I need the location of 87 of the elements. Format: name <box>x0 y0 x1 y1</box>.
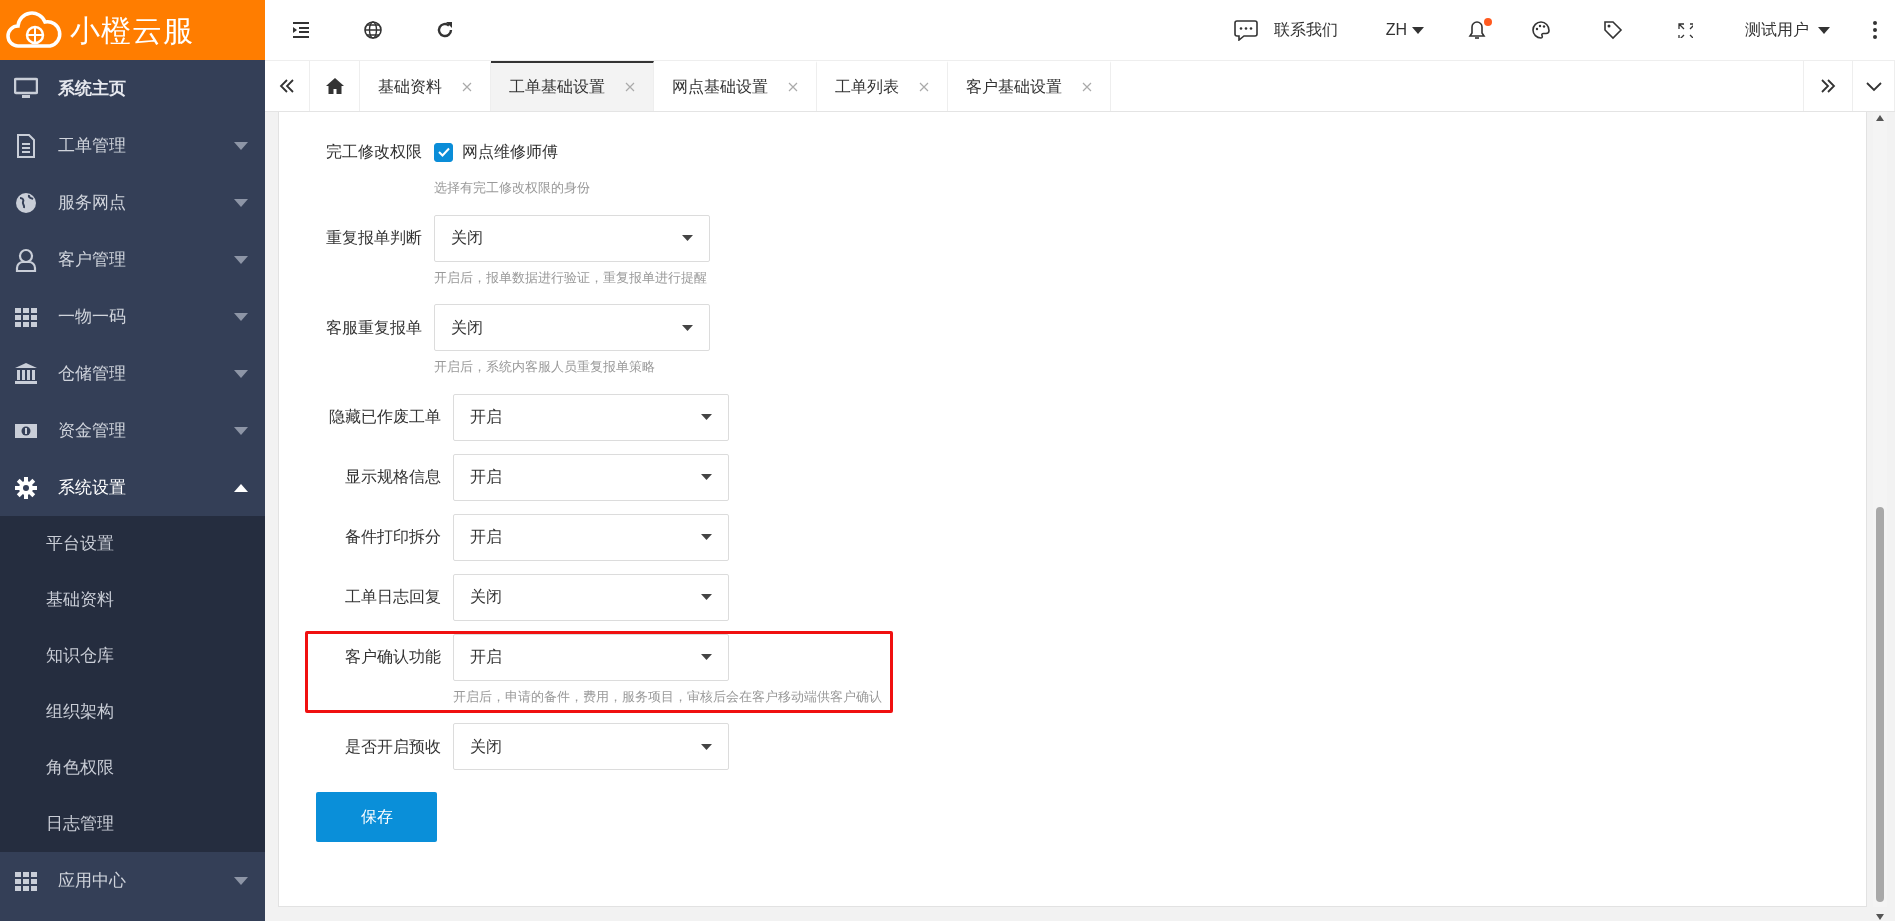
select-field[interactable]: 开启 <box>453 393 729 441</box>
field-label: 完工修改权限 <box>325 142 423 162</box>
cloud-logo-icon <box>6 10 64 50</box>
select-field[interactable]: 开启 <box>453 513 729 561</box>
caret-down-icon <box>701 654 712 660</box>
field-label: 客服重复报单 <box>325 317 423 338</box>
close-icon <box>788 82 798 92</box>
caret-down-icon <box>233 254 249 265</box>
bell-icon <box>1468 20 1486 40</box>
caret-down-icon <box>233 197 249 208</box>
close-icon <box>919 82 929 92</box>
hint-text: 开启后，申请的备件，费用，服务项目，审核后会在客户移动端供客户确认 <box>453 687 882 706</box>
sidebar-item[interactable]: 工单管理 <box>0 117 265 174</box>
submenu-item[interactable]: 基础资料 <box>0 572 265 628</box>
language-dropdown[interactable]: ZH <box>1385 18 1425 42</box>
caret-down-icon <box>701 594 712 600</box>
select-field[interactable]: 关闭 <box>453 723 729 770</box>
field-label: 是否开启预收 <box>344 736 442 757</box>
hint-text: 选择有完工修改权限的身份 <box>434 179 590 197</box>
submenu-item[interactable]: 日志管理 <box>0 796 265 852</box>
caret-down-icon <box>682 235 693 241</box>
tab[interactable]: 工单基础设置 <box>491 61 654 111</box>
caret-down-icon <box>701 414 712 420</box>
fullscreen-icon <box>1677 22 1693 38</box>
caret-down-icon <box>701 743 712 750</box>
scroll-left-icon <box>278 77 296 95</box>
user-menu[interactable]: 测试用户 <box>1745 18 1831 42</box>
caret-down-icon <box>682 324 693 331</box>
field-label: 工单日志回复 <box>344 587 442 607</box>
sidebar-item[interactable]: 服务网点 <box>0 174 265 231</box>
monitor-icon <box>14 76 38 101</box>
caret-down-icon <box>233 368 249 379</box>
caret-down-icon <box>233 311 249 322</box>
menu-indent-icon <box>291 20 311 40</box>
select-field[interactable]: 关闭 <box>453 573 729 621</box>
field-label: 重复报单判断 <box>325 228 423 248</box>
bank-icon <box>14 361 38 386</box>
sidebar-item[interactable]: 系统设置 <box>0 459 265 516</box>
caret-down-icon <box>701 534 712 540</box>
submenu-item[interactable]: 平台设置 <box>0 516 265 572</box>
field-label: 隐藏已作废工单 <box>328 407 442 427</box>
select-field[interactable]: 关闭 <box>434 214 710 262</box>
more-icon <box>1872 20 1878 40</box>
close-icon <box>625 82 635 92</box>
chat-bubble-icon <box>1233 19 1258 41</box>
close-icon <box>1082 82 1092 92</box>
contact-link[interactable]: 联系我们 <box>1233 18 1338 42</box>
caret-down-icon <box>1411 26 1425 34</box>
sidebar-item[interactable]: 客户管理 <box>0 231 265 288</box>
globe-icon <box>14 190 38 215</box>
hint-text: 开启后，报单数据进行验证，重复报单进行提醒 <box>434 268 708 287</box>
logo-text: 小橙云服 <box>70 12 194 49</box>
sidebar-item[interactable]: 仓储管理 <box>0 345 265 402</box>
close-icon <box>462 82 472 92</box>
caret-up-icon <box>233 482 249 493</box>
caret-down-icon <box>1817 26 1831 34</box>
scroll-right-icon <box>1819 77 1837 95</box>
select-field[interactable]: 开启 <box>453 453 729 501</box>
checkmark-icon <box>437 147 450 157</box>
select-field[interactable]: 关闭 <box>434 304 710 351</box>
submenu-item[interactable]: 知识仓库 <box>0 628 265 684</box>
field-label: 显示规格信息 <box>344 467 442 487</box>
submenu-item[interactable]: 组织架构 <box>0 684 265 740</box>
field-label: 备件打印拆分 <box>344 527 442 547</box>
home-icon <box>325 77 344 95</box>
tag-icon <box>1603 20 1623 40</box>
user-icon <box>14 247 38 272</box>
caret-down-icon <box>233 425 249 436</box>
submenu-item[interactable]: 角色权限 <box>0 740 265 796</box>
document-icon <box>14 133 38 158</box>
caret-down-icon <box>233 875 249 886</box>
field-label: 客户确认功能 <box>344 647 442 667</box>
palette-icon <box>1531 20 1551 40</box>
scroll-right-button[interactable] <box>1803 61 1853 111</box>
checkbox[interactable]: 网点维修师傅 <box>434 140 558 164</box>
sidebar-item[interactable]: 系统主页 <box>0 60 265 117</box>
refresh-icon <box>435 20 455 40</box>
sidebar-item[interactable]: 资金管理 <box>0 402 265 459</box>
sidebar-item[interactable]: 应用中心 <box>0 852 265 909</box>
globe-icon <box>363 20 383 40</box>
caret-down-icon <box>233 140 249 151</box>
save-button[interactable]: 保存 <box>316 792 437 842</box>
sidebar-item[interactable]: 一物一码 <box>0 288 265 345</box>
hint-text: 开启后，系统内客服人员重复报单策略 <box>434 358 656 376</box>
gear-icon <box>14 475 38 500</box>
select-field[interactable]: 开启 <box>453 633 729 681</box>
caret-down-icon <box>701 474 712 480</box>
